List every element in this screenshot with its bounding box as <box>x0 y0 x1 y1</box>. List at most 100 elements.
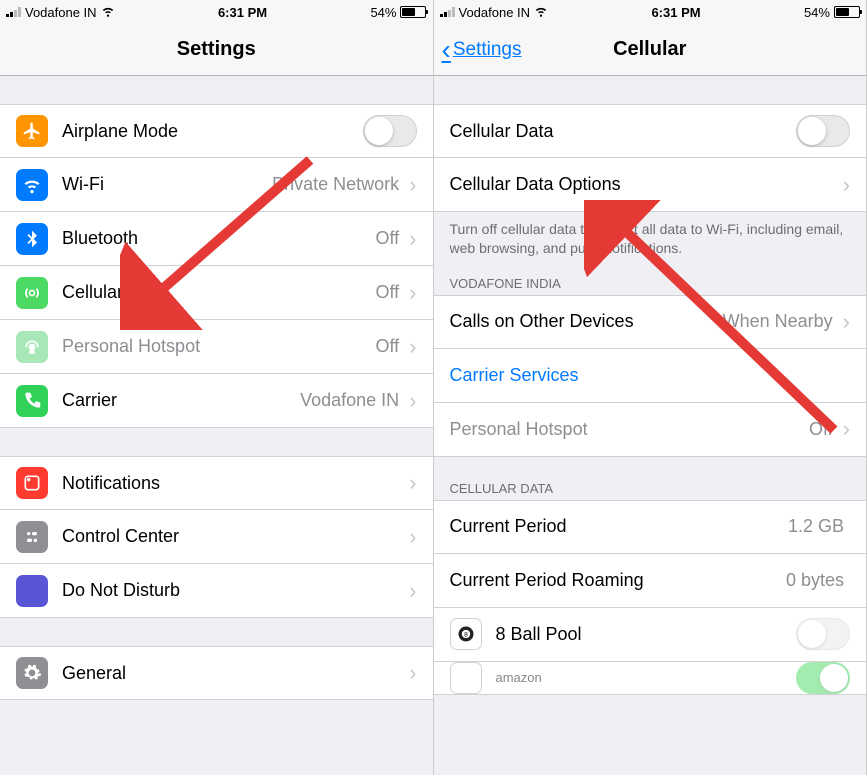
nav-header: Settings <box>0 24 433 76</box>
row-value: When Nearby <box>723 311 833 332</box>
control-center-icon <box>16 521 48 553</box>
row-airplane[interactable]: Airplane Mode <box>0 104 433 158</box>
row-personal-hotspot[interactable]: Personal Hotspot Off › <box>434 403 867 457</box>
cellular-screen: Vodafone IN 6:31 PM 54% ‹ Settings Cellu… <box>434 0 867 775</box>
row-value: Off <box>375 228 399 249</box>
app-toggle[interactable] <box>796 662 850 694</box>
battery-pct: 54% <box>370 5 396 20</box>
row-notifications[interactable]: Notifications › <box>0 456 433 510</box>
nav-header: ‹ Settings Cellular <box>434 24 867 76</box>
row-label: Carrier Services <box>450 365 851 386</box>
row-label: Wi-Fi <box>62 174 272 195</box>
clock: 6:31 PM <box>218 5 267 20</box>
row-label: Carrier <box>62 390 300 411</box>
row-label: Notifications <box>62 473 405 494</box>
cellular-data-toggle[interactable] <box>796 115 850 147</box>
app-icon <box>450 662 482 694</box>
chevron-left-icon: ‹ <box>442 36 451 64</box>
chevron-right-icon: › <box>843 172 850 198</box>
row-label: Personal Hotspot <box>62 336 375 357</box>
row-label: amazon <box>496 670 797 685</box>
svg-text:8: 8 <box>464 632 468 639</box>
row-label: Cellular Data <box>450 121 797 142</box>
section-note: Turn off cellular data to restrict all d… <box>434 212 867 270</box>
row-label: General <box>62 663 405 684</box>
row-current-period-roaming[interactable]: Current Period Roaming 0 bytes <box>434 554 867 608</box>
gear-icon <box>16 657 48 689</box>
row-label: Cellular Data Options <box>450 174 839 195</box>
app-icon: 8 <box>450 618 482 650</box>
row-cellular-data-options[interactable]: Cellular Data Options › <box>434 158 867 212</box>
carrier-label: Vodafone IN <box>459 5 531 20</box>
row-value: Vodafone IN <box>300 390 399 411</box>
row-label: Current Period <box>450 516 788 537</box>
chevron-right-icon: › <box>843 416 850 442</box>
moon-icon <box>16 575 48 607</box>
row-value: Off <box>809 419 833 440</box>
row-label: Do Not Disturb <box>62 580 405 601</box>
row-carrier-services[interactable]: Carrier Services <box>434 349 867 403</box>
section-header-carrier: VODAFONE INDIA <box>434 270 867 295</box>
row-value: 0 bytes <box>786 570 844 591</box>
row-dnd[interactable]: Do Not Disturb › <box>0 564 433 618</box>
chevron-right-icon: › <box>409 172 416 198</box>
row-hotspot[interactable]: Personal Hotspot Off › <box>0 320 433 374</box>
chevron-right-icon: › <box>409 226 416 252</box>
battery-icon <box>834 6 860 18</box>
chevron-right-icon: › <box>409 334 416 360</box>
row-carrier[interactable]: Carrier Vodafone IN › <box>0 374 433 428</box>
row-cellular-data[interactable]: Cellular Data <box>434 104 867 158</box>
chevron-right-icon: › <box>409 388 416 414</box>
row-value: Off <box>375 282 399 303</box>
row-value: 1.2 GB <box>788 516 844 537</box>
chevron-right-icon: › <box>409 470 416 496</box>
chevron-right-icon: › <box>843 309 850 335</box>
notifications-icon <box>16 467 48 499</box>
battery-icon <box>400 6 426 18</box>
row-label: Airplane Mode <box>62 121 363 142</box>
row-current-period[interactable]: Current Period 1.2 GB <box>434 500 867 554</box>
row-general[interactable]: General › <box>0 646 433 700</box>
chevron-right-icon: › <box>409 660 416 686</box>
back-label: Settings <box>453 39 522 61</box>
wifi-icon <box>16 169 48 201</box>
row-value: Off <box>375 336 399 357</box>
row-bluetooth[interactable]: Bluetooth Off › <box>0 212 433 266</box>
wifi-icon <box>101 4 115 21</box>
airplane-toggle[interactable] <box>363 115 417 147</box>
signal-icon <box>440 7 455 17</box>
airplane-icon <box>16 115 48 147</box>
back-button[interactable]: ‹ Settings <box>442 36 522 64</box>
row-app-8ball[interactable]: 8 8 Ball Pool <box>434 608 867 662</box>
row-label: Cellular <box>62 282 375 303</box>
row-app-amazon[interactable]: amazon <box>434 662 867 695</box>
row-label: 8 Ball Pool <box>496 624 797 645</box>
row-label: Control Center <box>62 526 405 547</box>
chevron-right-icon: › <box>409 524 416 550</box>
row-label: Current Period Roaming <box>450 570 786 591</box>
page-title: Settings <box>177 38 256 61</box>
row-value: Private Network <box>272 174 399 195</box>
signal-icon <box>6 7 21 17</box>
app-toggle[interactable] <box>796 618 850 650</box>
settings-screen: Vodafone IN 6:31 PM 54% Settings Airplan… <box>0 0 434 775</box>
row-control-center[interactable]: Control Center › <box>0 510 433 564</box>
status-bar: Vodafone IN 6:31 PM 54% <box>434 0 867 24</box>
hotspot-icon <box>16 331 48 363</box>
battery-pct: 54% <box>804 5 830 20</box>
bluetooth-icon <box>16 223 48 255</box>
row-calls-other-devices[interactable]: Calls on Other Devices When Nearby › <box>434 295 867 349</box>
row-label: Personal Hotspot <box>450 419 809 440</box>
row-cellular[interactable]: Cellular Off › <box>0 266 433 320</box>
row-label: Calls on Other Devices <box>450 311 723 332</box>
status-bar: Vodafone IN 6:31 PM 54% <box>0 0 433 24</box>
page-title: Cellular <box>613 38 686 61</box>
section-header-data: CELLULAR DATA <box>434 475 867 500</box>
chevron-right-icon: › <box>409 578 416 604</box>
chevron-right-icon: › <box>409 280 416 306</box>
row-wifi[interactable]: Wi-Fi Private Network › <box>0 158 433 212</box>
cellular-icon <box>16 277 48 309</box>
clock: 6:31 PM <box>651 5 700 20</box>
carrier-label: Vodafone IN <box>25 5 97 20</box>
wifi-icon <box>534 4 548 21</box>
